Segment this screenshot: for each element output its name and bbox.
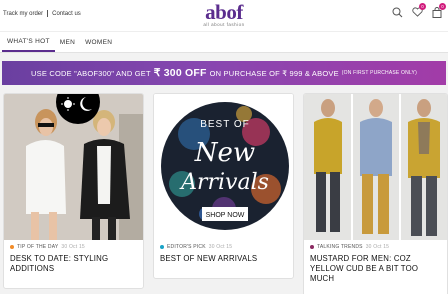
article-image-mustard-for-men[interactable]: [304, 94, 447, 240]
article-card[interactable]: TALKING TRENDS 30 Oct 15 MUSTARD FOR MEN…: [303, 93, 448, 294]
category-dot: [160, 245, 164, 249]
article-date: 30 Oct 15: [208, 244, 233, 250]
article-title[interactable]: BEST OF NEW ARRIVALS: [154, 250, 293, 264]
logo-wordmark: abof: [205, 0, 243, 24]
article-date: 30 Oct 15: [61, 244, 85, 250]
article-date: 30 Oct 15: [365, 244, 390, 250]
tab-women[interactable]: WOMEN: [80, 32, 117, 52]
header-icons: 0 0: [390, 3, 446, 20]
wishlist-button[interactable]: 0: [410, 3, 426, 20]
article-card[interactable]: BEST OF New Arrivals SHOP NOW EDITOR'S P…: [153, 93, 294, 279]
article-meta: EDITOR'S PICK 30 Oct 15: [154, 240, 293, 250]
promo-suffix: ON PURCHASE OF ₹ 999 & ABOVE: [209, 68, 339, 78]
wishlist-count-badge: 0: [419, 3, 426, 10]
bag-count-badge: 0: [439, 3, 446, 10]
article-category[interactable]: TIP OF THE DAY: [17, 244, 58, 250]
image-text-new: New: [194, 138, 255, 168]
article-meta: TIP OF THE DAY 30 Oct 15: [4, 240, 143, 250]
article-title[interactable]: DESK TO DATE: STYLING ADDITIONS: [4, 250, 143, 274]
tab-men[interactable]: MEN: [55, 32, 80, 52]
article-category[interactable]: TALKING TRENDS: [317, 244, 363, 250]
article-category[interactable]: EDITOR'S PICK: [167, 244, 206, 250]
promo-note: (ON FIRST PURCHASE ONLY): [341, 70, 417, 76]
shop-now-label: SHOP NOW: [206, 212, 245, 219]
logo-tagline: all about fashion: [203, 22, 245, 27]
top-header: Track my order Contact us abof all about…: [0, 0, 448, 31]
promo-amount: ₹ 300 OFF: [153, 67, 207, 79]
article-image-desk-to-date[interactable]: [4, 94, 143, 240]
article-image-new-arrivals[interactable]: BEST OF New Arrivals SHOP NOW: [154, 94, 293, 240]
category-dot: [310, 245, 314, 249]
image-text-arrivals: Arrivals: [179, 170, 269, 195]
article-meta: TALKING TRENDS 30 Oct 15: [304, 240, 447, 250]
tab-whats-hot[interactable]: WHAT'S HOT: [2, 32, 55, 52]
search-icon[interactable]: [390, 4, 404, 20]
article-title[interactable]: MUSTARD FOR MEN: COZ YELLOW CUD BE A BIT…: [304, 250, 447, 284]
promo-prefix: USE CODE "ABOF300" AND GET: [31, 68, 151, 78]
image-text-best-of: BEST OF: [200, 119, 250, 130]
category-dot: [10, 245, 14, 249]
brand-logo[interactable]: abof all about fashion: [0, 1, 448, 27]
promo-banner[interactable]: USE CODE "ABOF300" AND GET ₹ 300 OFF ON …: [2, 61, 446, 85]
category-nav: WHAT'S HOT MEN WOMEN: [0, 31, 448, 53]
bag-button[interactable]: 0: [430, 3, 446, 20]
article-card[interactable]: TIP OF THE DAY 30 Oct 15 DESK TO DATE: S…: [3, 93, 144, 289]
